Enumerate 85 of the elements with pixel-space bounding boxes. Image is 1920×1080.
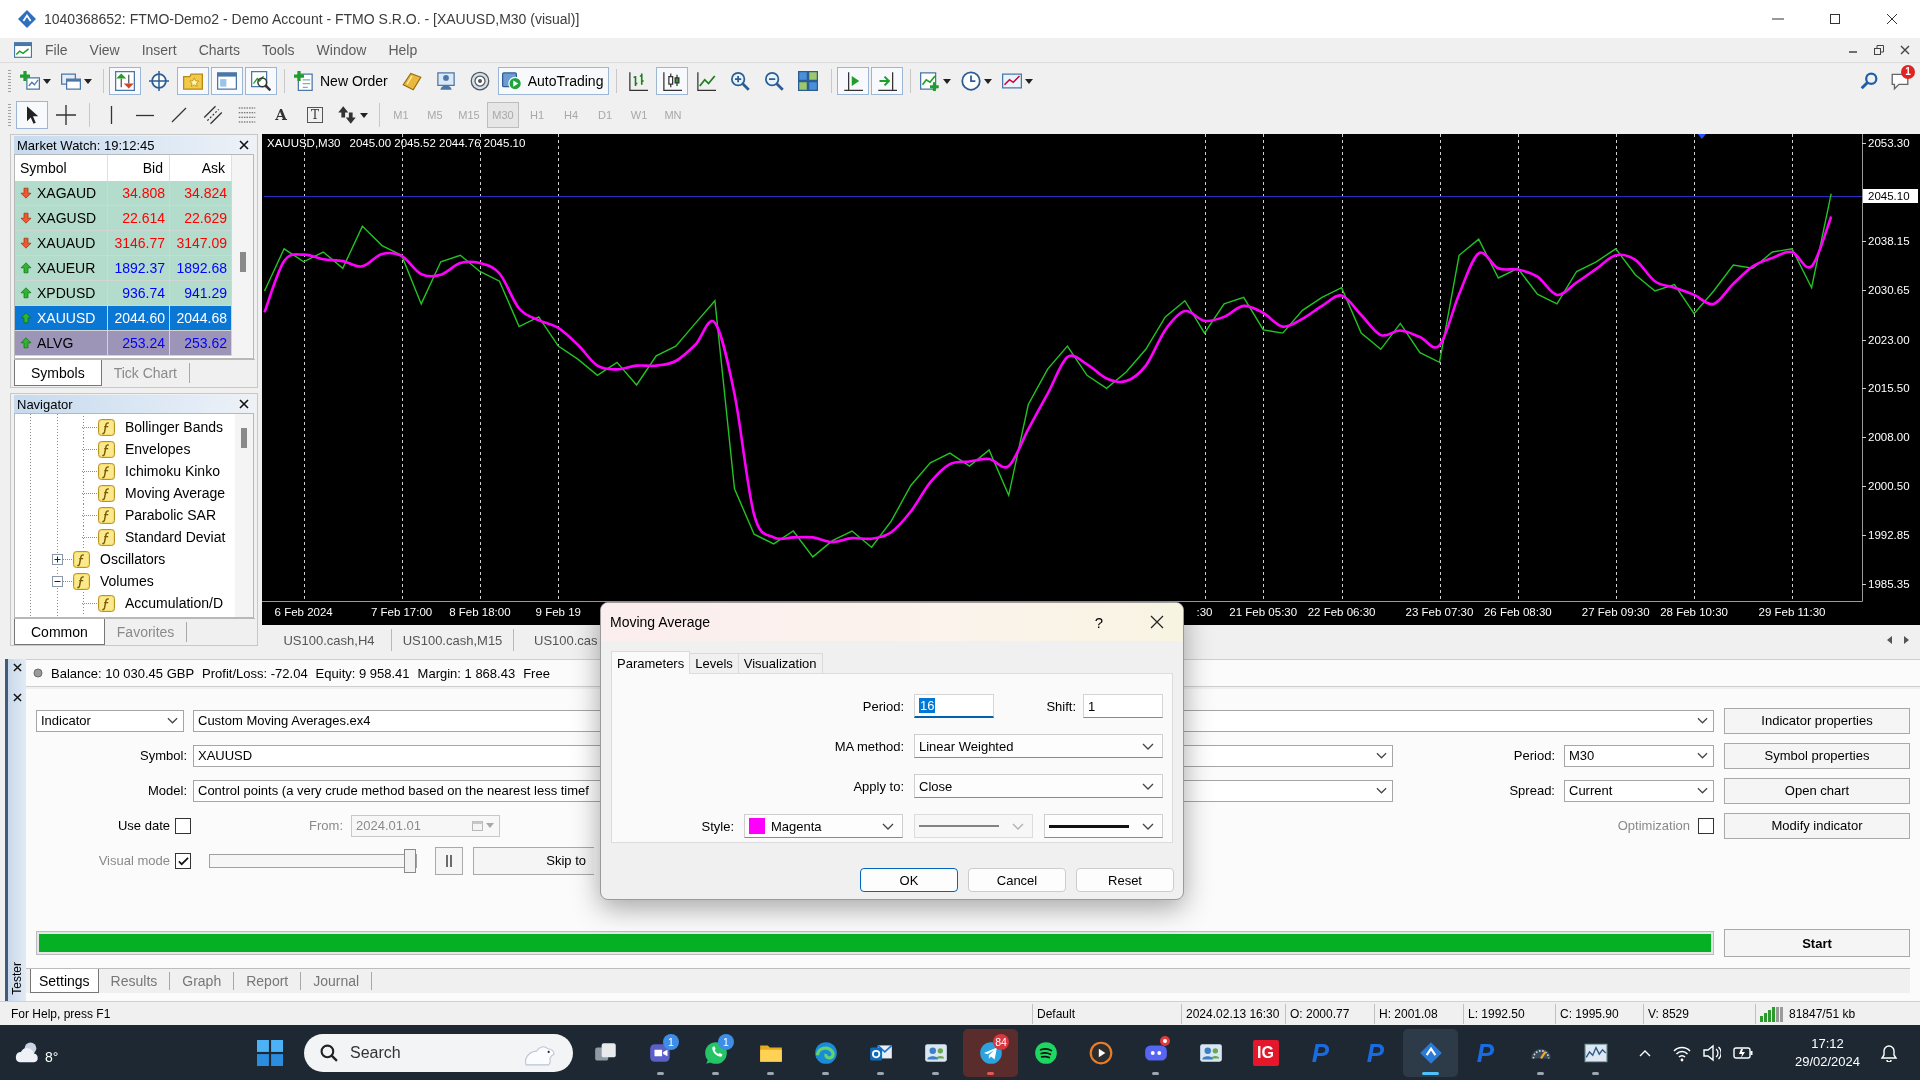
ask-price: 3147.09: [176, 235, 227, 251]
price-label: 2023.00: [1868, 333, 1910, 346]
status-text: H: 2001.08: [1379, 1006, 1438, 1021]
letter-logo: P: [1311, 1039, 1330, 1067]
field-label: Style:: [700, 818, 734, 834]
ask-price: 941.29: [184, 285, 227, 301]
panel-title: Navigator: [17, 396, 74, 412]
time-label: 29 Feb 11:30: [1758, 606, 1826, 618]
account-info: Equity: 9 958.41: [315, 665, 410, 681]
status-text: 81847/51 kb: [1789, 1006, 1856, 1021]
letter-logo: IG: [1252, 1040, 1279, 1066]
account-info: Free: [523, 665, 550, 681]
symbol-name: XAUEUR: [37, 260, 96, 276]
account-info: Margin: 1 868.43: [417, 665, 516, 681]
symbol-name: XAUAUD: [37, 235, 96, 251]
dialog-title: Moving Average: [610, 614, 711, 630]
field-label: MA method:: [833, 738, 904, 754]
count-badge: 1: [1901, 65, 1915, 79]
status-text: Default: [1037, 1006, 1076, 1021]
symbol-name: XPDUSD: [37, 285, 96, 301]
bid-price: 2044.60: [114, 310, 165, 326]
time-label: 23 Feb 07:30: [1405, 606, 1474, 618]
panel-label: Tester: [10, 962, 24, 995]
time-label: 21 Feb 05:30: [1229, 606, 1298, 618]
price-label: 2038.15: [1868, 235, 1910, 248]
time-label: 28 Feb 10:30: [1660, 606, 1728, 618]
ask-price: 1892.68: [176, 260, 227, 276]
count-badge: 1: [718, 1034, 734, 1050]
status-text: 2024.02.13 16:30: [1186, 1006, 1280, 1021]
symbol-name: XAGUSD: [37, 210, 97, 226]
bid-price: 253.24: [122, 335, 165, 351]
bid-price: 22.614: [122, 210, 165, 226]
field-label: Period:: [1513, 748, 1555, 763]
current-price-label: 2045.10: [1863, 189, 1918, 203]
field-label: Visual mode: [97, 853, 170, 868]
price-label: 2000.50: [1868, 479, 1910, 492]
field-label: Apply to:: [852, 778, 904, 794]
letter-logo: P: [1366, 1039, 1385, 1067]
status-text: L: 1992.50: [1468, 1006, 1525, 1021]
weather-temperature: 8°: [45, 1049, 59, 1065]
symbol-name: XAUUSD: [37, 310, 96, 326]
price-label: 2008.00: [1868, 430, 1910, 443]
bid-price: 34.808: [122, 185, 165, 201]
status-text: O: 2000.77: [1290, 1006, 1350, 1021]
status-text: V: 8529: [1648, 1006, 1689, 1021]
price-label: 1992.85: [1868, 529, 1910, 542]
price-label: 2030.65: [1868, 284, 1910, 296]
account-info: Profit/Loss: -72.04: [202, 665, 308, 681]
time-label: 22 Feb 06:30: [1307, 606, 1376, 618]
price-label: 1985.35: [1868, 577, 1910, 590]
bid-price: 1892.37: [114, 260, 165, 276]
symbol-name: XAGAUD: [37, 185, 97, 201]
status-text: For Help, press F1: [11, 1006, 111, 1021]
account-info: Balance: 10 030.45 GBP: [51, 665, 195, 681]
panel-title: Market Watch: 19:12:45: [17, 137, 156, 153]
bid-price: 3146.77: [114, 235, 165, 251]
letter-logo: P: [1476, 1039, 1495, 1067]
ohlc-values: 2045.00 2045.52 2044.76 2045.10: [349, 137, 526, 149]
status-text: C: 1995.90: [1560, 1006, 1619, 1021]
ask-price: 34.824: [184, 185, 227, 201]
time-label: 26 Feb 08:30: [1483, 606, 1552, 618]
bid-price: 936.74: [122, 285, 165, 301]
time-label: :30: [1196, 606, 1213, 618]
ask-price: 253.62: [184, 335, 227, 351]
field-label: Symbol:: [139, 748, 187, 763]
ask-price: 22.629: [184, 210, 227, 226]
ref-line-label: 2045.10: [1868, 190, 1910, 202]
count-badge: 1: [663, 1034, 679, 1050]
window-title: 1040368652: FTMO-Demo2 - Demo Account - FTMO S.R.O. - [XAUUSD,M30 (visual)]: [44, 11, 580, 27]
field-label: From:: [308, 818, 343, 833]
time-label: 6 Feb 2024: [274, 606, 333, 618]
field-label: Use date: [116, 818, 170, 833]
symbol-name: ALVG: [37, 335, 74, 351]
time-label: 9 Feb 19: [535, 606, 581, 618]
field-label: Model:: [146, 783, 187, 798]
chart-title: XAUUSD,M30: [267, 137, 341, 149]
price-label: 2015.50: [1868, 382, 1910, 395]
count-badge: 84: [993, 1034, 1009, 1050]
price-label: 2053.30: [1868, 137, 1910, 150]
time-label: 27 Feb 09:30: [1581, 606, 1650, 618]
ask-price: 2044.68: [176, 310, 227, 326]
field-label: Spread:: [1509, 783, 1555, 798]
time-label: 8 Feb 18:00: [449, 606, 511, 618]
time-label: 7 Feb 17:00: [370, 606, 433, 618]
field-label: Optimization: [1617, 818, 1690, 833]
